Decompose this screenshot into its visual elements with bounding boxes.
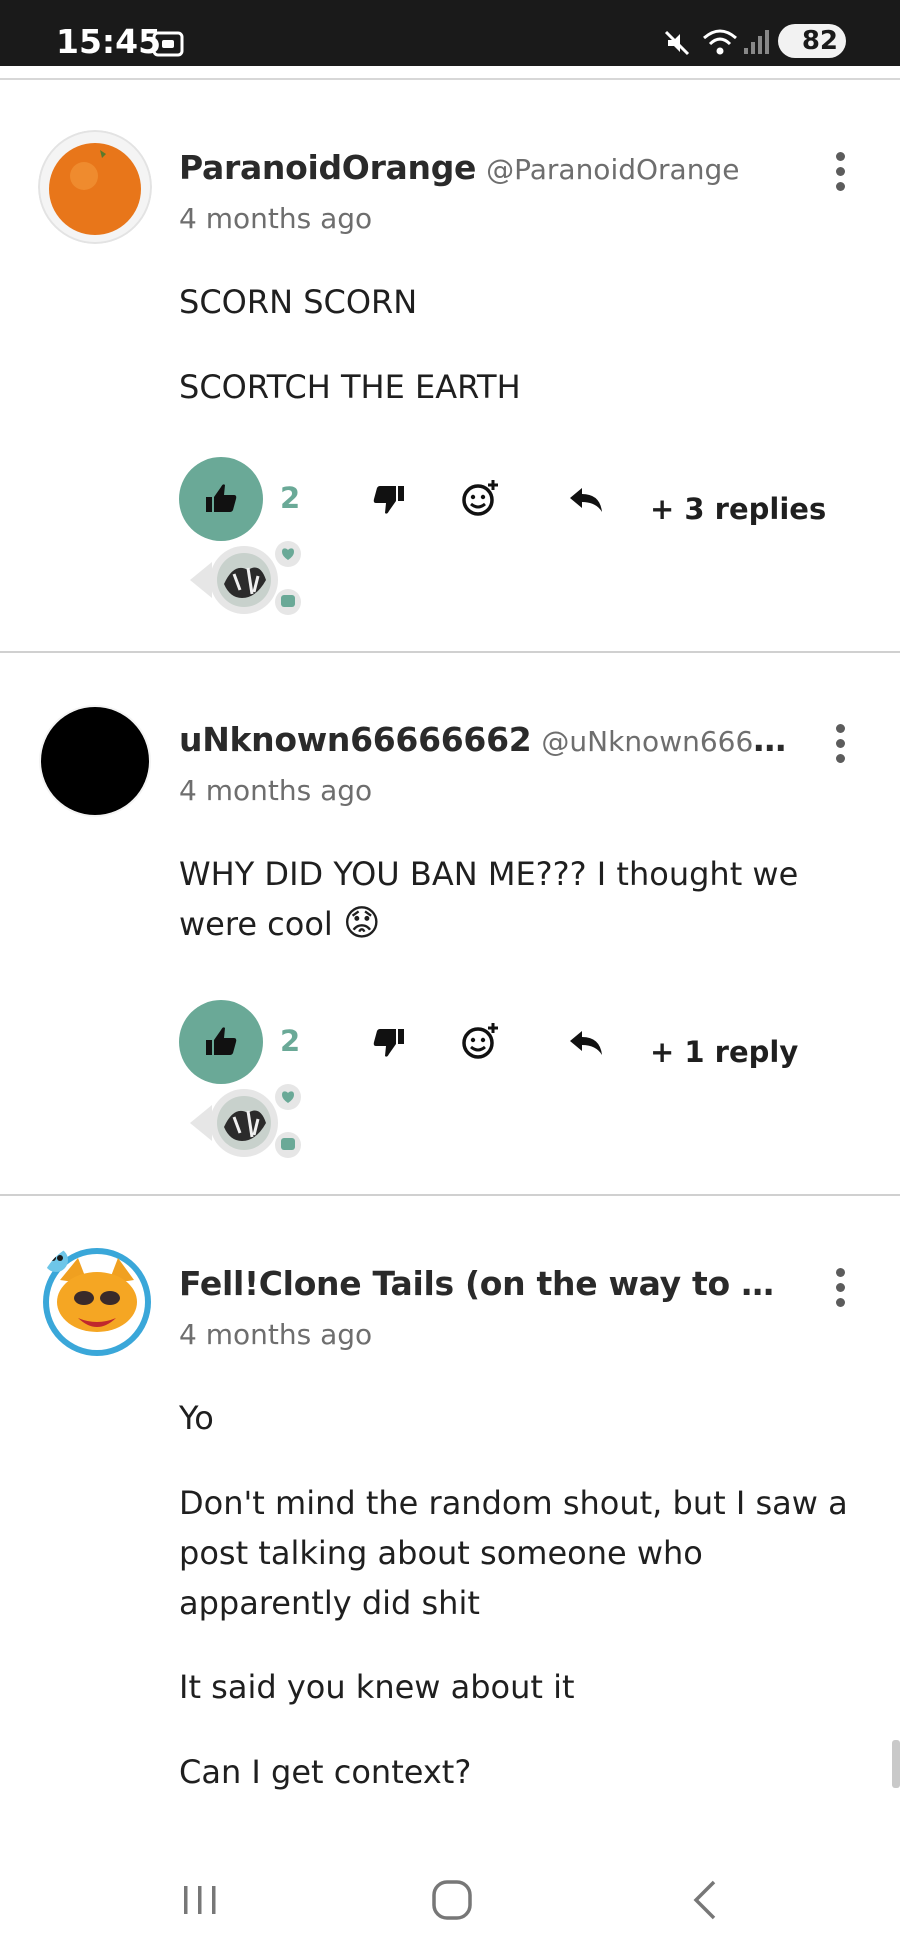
screenshot-icon xyxy=(152,31,184,57)
comment-divider xyxy=(0,1194,900,1196)
comment-paragraph: SCORN SCORN xyxy=(179,283,418,321)
like-button[interactable] xyxy=(179,1000,263,1084)
like-count: 2 xyxy=(280,1024,301,1058)
comment-divider xyxy=(0,651,900,653)
comment-author[interactable]: ParanoidOrange @ParanoidOrange xyxy=(179,148,739,187)
comment-paragraph: Don't mind the random shout, but I saw a… xyxy=(179,1484,848,1622)
add-reaction-icon[interactable] xyxy=(460,1021,500,1061)
battery-icon: 82 xyxy=(778,24,846,58)
home-icon[interactable] xyxy=(430,1878,474,1922)
author-name[interactable]: ParanoidOrange xyxy=(179,148,476,187)
back-icon[interactable] xyxy=(690,1878,720,1922)
comment-author[interactable]: uNknown66666662 @uNknown66666... xyxy=(179,720,799,759)
author-handle[interactable]: @ParanoidOrange xyxy=(486,153,739,186)
thumbs-down-icon[interactable] xyxy=(370,1023,410,1063)
avatar[interactable] xyxy=(38,704,152,818)
signal-icon xyxy=(744,30,769,54)
author-handle[interactable]: @uNknown66666... xyxy=(541,725,799,758)
comment-timestamp: 4 months ago xyxy=(179,202,373,235)
mute-icon xyxy=(664,30,690,56)
comment-text: WHY DID YOU BAN ME??? I thought we were … xyxy=(179,855,799,943)
more-options-icon[interactable] xyxy=(832,152,848,196)
more-options-icon[interactable] xyxy=(832,724,848,768)
author-name[interactable]: uNknown66666662 xyxy=(179,720,532,759)
thumbs-up-icon xyxy=(206,484,237,512)
reaction-avatars[interactable] xyxy=(190,540,310,620)
comment-paragraph: Yo xyxy=(179,1399,214,1437)
like-button[interactable] xyxy=(179,457,263,541)
comment-author[interactable]: Fell!Clone Tails (on the way to 1500... xyxy=(179,1264,789,1303)
battery-level: 82 xyxy=(801,26,838,56)
scrollbar-thumb[interactable] xyxy=(892,1740,900,1788)
reply-icon[interactable] xyxy=(566,480,606,520)
comment-timestamp: 4 months ago xyxy=(179,774,373,807)
status-time: 15:45 xyxy=(56,22,162,61)
like-count: 2 xyxy=(280,481,301,515)
wifi-icon xyxy=(703,29,737,55)
view-replies-button[interactable]: + 1 reply xyxy=(650,1035,798,1069)
avatar[interactable] xyxy=(38,130,152,244)
comment-paragraph: It said you knew about it xyxy=(179,1668,575,1706)
reaction-avatars[interactable] xyxy=(190,1083,310,1163)
author-name[interactable]: Fell!Clone Tails (on the way to 1500... xyxy=(179,1264,789,1303)
worried-face-emoji: 😟 xyxy=(342,903,381,944)
system-navigation-bar xyxy=(0,1850,900,1950)
reply-icon[interactable] xyxy=(566,1023,606,1063)
top-divider xyxy=(0,78,900,80)
status-bar: 15:45 82 xyxy=(0,0,900,66)
recent-apps-icon[interactable] xyxy=(180,1880,220,1920)
comment-paragraph: Can I get context? xyxy=(179,1753,472,1791)
comment-timestamp: 4 months ago xyxy=(179,1318,373,1351)
thumbs-down-icon[interactable] xyxy=(370,480,410,520)
more-options-icon[interactable] xyxy=(832,1268,848,1312)
avatar[interactable] xyxy=(38,1240,156,1358)
comment-paragraph: SCORTCH THE EARTH xyxy=(179,368,521,406)
add-reaction-icon[interactable] xyxy=(460,478,500,518)
thumbs-up-icon xyxy=(206,1027,237,1055)
comment-paragraph: WHY DID YOU BAN ME??? I thought we were … xyxy=(179,849,849,949)
view-replies-button[interactable]: + 3 replies xyxy=(650,492,826,526)
